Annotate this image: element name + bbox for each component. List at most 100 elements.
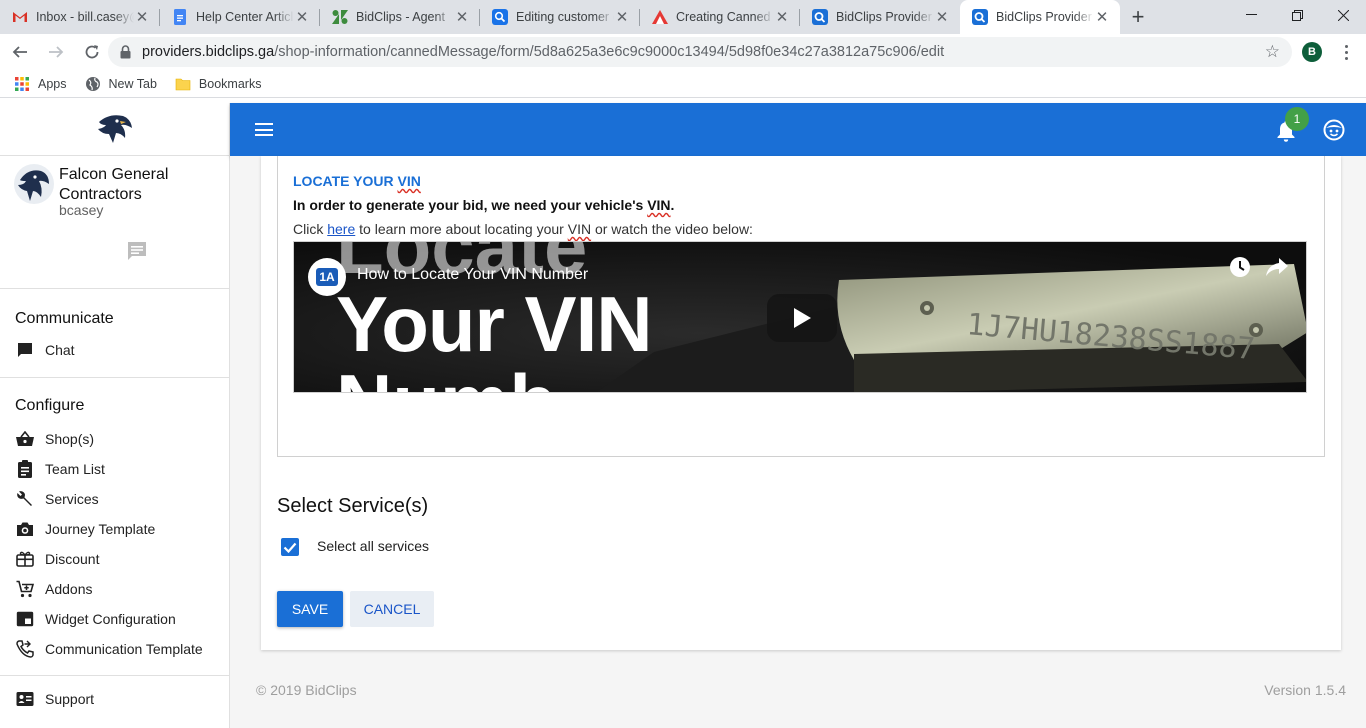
editor-line-2-mid: to learn more about locating your bbox=[355, 221, 568, 237]
bidclips-icon bbox=[972, 9, 988, 25]
profile-avatar[interactable]: B bbox=[1302, 42, 1322, 62]
sidebar-item-support[interactable]: Support bbox=[0, 684, 229, 714]
editor-heading: LOCATE YOUR VIN bbox=[293, 173, 421, 189]
editor-heading-text: LOCATE YOUR bbox=[293, 173, 398, 189]
window-controls bbox=[1228, 0, 1366, 30]
browser-tabstrip: Inbox - bill.casey@ ✕ Help Center Articl… bbox=[0, 0, 1366, 34]
section-title-communicate: Communicate bbox=[15, 310, 114, 327]
address-bar[interactable]: providers.bidclips.ga/shop-information/c… bbox=[108, 37, 1292, 67]
video-title[interactable]: How to Locate Your VIN Number bbox=[357, 266, 588, 284]
canned-message-form-card: LOCATE YOUR VIN In order to generate you… bbox=[261, 156, 1341, 650]
browser-toolbar: providers.bidclips.ga/shop-information/c… bbox=[0, 34, 1366, 70]
sidebar-item-label: Communication Template bbox=[45, 641, 203, 657]
tab-title: BidClips - Agent bbox=[356, 10, 445, 24]
account-face-icon[interactable] bbox=[1323, 119, 1345, 144]
bidclips-icon bbox=[812, 9, 828, 25]
cancel-button[interactable]: CANCEL bbox=[350, 591, 434, 627]
sidebar-item-widget-configuration[interactable]: Widget Configuration bbox=[0, 604, 229, 634]
sidebar-item-services[interactable]: Services bbox=[0, 484, 229, 514]
footer-copyright: © 2019 BidClips bbox=[256, 682, 357, 698]
editor-line-2-end: or watch the video below: bbox=[591, 221, 753, 237]
sidebar-item-chat[interactable]: Chat bbox=[0, 335, 229, 365]
new-tab-button[interactable]: + bbox=[1120, 0, 1156, 34]
close-window-icon[interactable] bbox=[1320, 0, 1366, 30]
select-all-checkbox[interactable] bbox=[281, 538, 299, 556]
bookmark-label: New Tab bbox=[108, 76, 157, 91]
forward-arrow-icon[interactable] bbox=[40, 36, 72, 68]
sidebar-item-label: Services bbox=[45, 491, 99, 507]
close-icon[interactable]: ✕ bbox=[614, 8, 630, 26]
editor-line-2-vin: VIN bbox=[567, 221, 592, 237]
brand-logo[interactable] bbox=[0, 103, 229, 156]
browser-tab[interactable]: Help Center Article ✕ bbox=[160, 0, 320, 34]
search-icon bbox=[492, 9, 508, 25]
tab-title: Help Center Article bbox=[196, 10, 294, 24]
share-icon[interactable] bbox=[1266, 258, 1288, 279]
reload-icon[interactable] bbox=[76, 36, 108, 68]
sidebar-item-label: Discount bbox=[45, 551, 100, 567]
bookmark-star-icon[interactable]: ☆ bbox=[1265, 42, 1280, 62]
watch-later-icon[interactable] bbox=[1229, 256, 1251, 281]
sidebar-item-label: Journey Template bbox=[45, 521, 156, 537]
lock-icon[interactable] bbox=[120, 45, 134, 59]
browser-tab-active[interactable]: BidClips Provider P ✕ bbox=[960, 0, 1120, 34]
sidebar-item-communication-template[interactable]: Communication Template bbox=[0, 634, 229, 664]
close-icon[interactable]: ✕ bbox=[294, 8, 310, 26]
minimize-icon[interactable] bbox=[1228, 0, 1274, 30]
sidebar-item-journey-template[interactable]: Journey Template bbox=[0, 514, 229, 544]
phone-forward-icon bbox=[16, 640, 34, 658]
video-overlay-main: Your VIN bbox=[336, 280, 653, 368]
select-all-label[interactable]: Select all services bbox=[317, 538, 429, 554]
message-editor[interactable]: LOCATE YOUR VIN In order to generate you… bbox=[277, 156, 1325, 457]
close-icon[interactable]: ✕ bbox=[1094, 8, 1110, 26]
close-icon[interactable]: ✕ bbox=[934, 8, 950, 26]
channel-avatar[interactable]: 1A bbox=[308, 258, 346, 296]
restore-icon[interactable] bbox=[1274, 0, 1320, 30]
notification-count-badge: 1 bbox=[1285, 107, 1309, 131]
sidebar-item-label: Chat bbox=[45, 342, 75, 358]
message-icon[interactable] bbox=[126, 241, 148, 264]
url-path: /shop-information/cannedMessage/form/5d8… bbox=[274, 44, 945, 60]
menu-hamburger-icon[interactable] bbox=[255, 123, 273, 136]
close-icon[interactable]: ✕ bbox=[134, 8, 150, 26]
gift-icon bbox=[16, 550, 34, 568]
widget-icon bbox=[16, 610, 34, 628]
cart-plus-icon bbox=[16, 580, 34, 598]
browser-tab[interactable]: Editing customer c ✕ bbox=[480, 0, 640, 34]
sidebar-item-team-list[interactable]: Team List bbox=[0, 454, 229, 484]
browser-tab[interactable]: Creating Canned M ✕ bbox=[640, 0, 800, 34]
play-button[interactable] bbox=[767, 294, 837, 342]
tab-title: BidClips Provider P bbox=[836, 10, 934, 24]
sidebar-item-shops[interactable]: Shop(s) bbox=[0, 424, 229, 454]
editor-line-1: In order to generate your bid, we need y… bbox=[293, 197, 674, 213]
browser-tab[interactable]: Inbox - bill.casey@ ✕ bbox=[0, 0, 160, 34]
browser-tab[interactable]: BidClips - Agent ✕ bbox=[320, 0, 480, 34]
sidebar-item-discount[interactable]: Discount bbox=[0, 544, 229, 574]
wrench-icon bbox=[16, 490, 34, 508]
sidebar-item-addons[interactable]: Addons bbox=[0, 574, 229, 604]
folder-icon bbox=[175, 76, 191, 92]
bookmark-new-tab[interactable]: New Tab bbox=[85, 76, 157, 92]
bookmark-folder[interactable]: Bookmarks bbox=[175, 76, 261, 92]
tab-title: Creating Canned M bbox=[676, 10, 774, 24]
browser-tab[interactable]: BidClips Provider P ✕ bbox=[800, 0, 960, 34]
avatar[interactable] bbox=[14, 164, 54, 204]
embedded-video[interactable]: 1J7HU18238SS1887 Locate Your VIN Numb 1A… bbox=[293, 241, 1307, 393]
editor-heading-vin: VIN bbox=[397, 173, 421, 189]
editor-line-2-text: Click bbox=[293, 221, 328, 237]
browser-menu-icon[interactable] bbox=[1338, 40, 1354, 64]
sidebar-item-label: Team List bbox=[45, 461, 105, 477]
company-name: Falcon General Contractors bbox=[59, 166, 169, 203]
save-button[interactable]: SAVE bbox=[277, 591, 343, 627]
docs-icon bbox=[172, 9, 188, 25]
app-topbar: 1 bbox=[230, 103, 1366, 156]
close-icon[interactable]: ✕ bbox=[774, 8, 790, 26]
bookmark-apps[interactable]: Apps bbox=[14, 76, 67, 92]
here-link[interactable]: here bbox=[327, 221, 355, 237]
sidebar-item-label: Support bbox=[45, 691, 95, 707]
close-icon[interactable]: ✕ bbox=[454, 8, 470, 26]
checkmark-icon bbox=[283, 542, 297, 553]
clipboard-icon bbox=[16, 460, 34, 478]
back-arrow-icon[interactable] bbox=[4, 36, 36, 68]
camera-icon bbox=[16, 520, 34, 538]
